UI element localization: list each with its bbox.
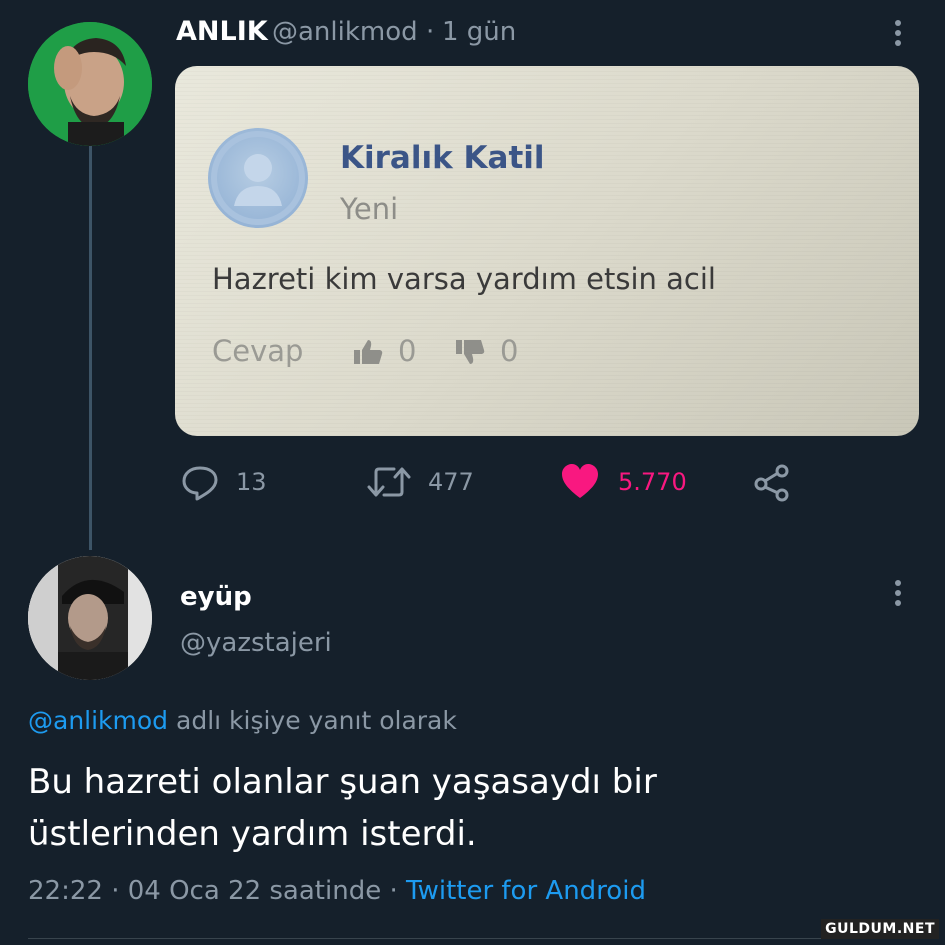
tweet-text-line: Bu hazreti olanlar şuan yaşasaydı bir: [28, 762, 657, 802]
reply-bubble-icon[interactable]: [180, 462, 220, 502]
separator-dot: ·: [381, 876, 406, 906]
watermark: GULDUM.NET: [821, 919, 939, 939]
author-handle[interactable]: @yazstajeri: [180, 628, 332, 658]
author-name[interactable]: eyüp: [180, 582, 252, 612]
tweet-photo[interactable]: [175, 66, 919, 436]
tweet-date[interactable]: 04 Oca 22 saatinde: [128, 876, 381, 906]
thumbs-up-icon: [350, 338, 386, 366]
divider: [28, 938, 918, 939]
tweet-text: Bu hazreti olanlar şuan yaşasaydı bir üs…: [28, 756, 908, 860]
client-link[interactable]: Twitter for Android: [406, 876, 646, 906]
tweet-meta: 22:22 · 04 Oca 22 saatinde · Twitter for…: [28, 876, 646, 906]
retweet-count: 477: [428, 468, 474, 496]
tweet-text-line: üstlerinden yardım isterdi.: [28, 814, 477, 854]
tweet-time[interactable]: 1 gün: [442, 17, 516, 47]
heart-icon[interactable]: [560, 462, 600, 502]
like-count: 5.770: [618, 468, 687, 496]
retweet-icon[interactable]: [366, 462, 412, 502]
reply-context: @anlikmod adlı kişiye yanıt olarak: [28, 706, 457, 735]
thumbs-down-icon: [452, 338, 488, 366]
thread-line: [89, 146, 92, 550]
more-vertical-icon[interactable]: [886, 18, 912, 48]
photo-reply-label: Cevap: [212, 334, 304, 368]
more-vertical-icon[interactable]: [886, 578, 912, 608]
author-handle[interactable]: @anlikmod: [272, 17, 418, 47]
photo-text: Hazreti kim varsa yardım etsin acil: [212, 262, 716, 296]
share-icon[interactable]: [752, 462, 792, 502]
photo-dislike-count: 0: [500, 334, 519, 368]
mention-link[interactable]: @anlikmod: [28, 706, 168, 735]
separator-dot: ·: [426, 17, 435, 47]
photo-author-name: Kiralık Katil: [340, 140, 545, 176]
photo-profile-icon: [208, 128, 308, 228]
author-name[interactable]: ANLIK: [176, 16, 268, 47]
tweet-time[interactable]: 22:22: [28, 876, 103, 906]
reply-context-text: adlı kişiye yanıt olarak: [168, 706, 457, 735]
avatar[interactable]: [28, 22, 152, 146]
photo-like-count: 0: [398, 334, 417, 368]
separator-dot: ·: [102, 876, 128, 906]
reply-count: 13: [236, 468, 267, 496]
avatar[interactable]: [28, 556, 152, 680]
photo-subtitle: Yeni: [340, 192, 399, 226]
